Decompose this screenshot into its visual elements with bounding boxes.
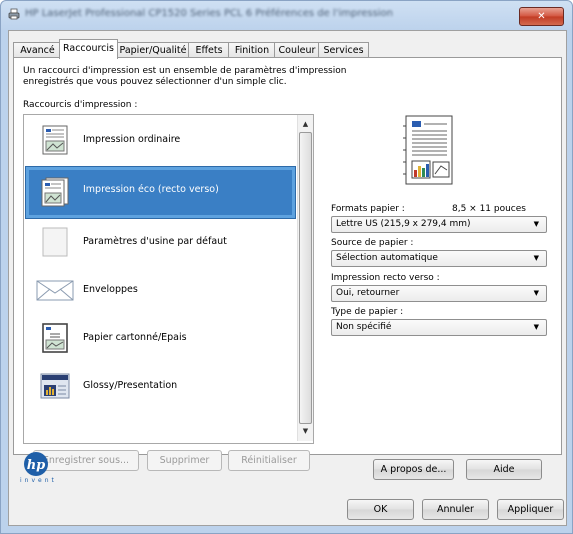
window-title: HP LaserJet Professional CP1520 Series P…: [25, 8, 394, 19]
dialog-window: HP LaserJet Professional CP1520 Series P…: [0, 0, 573, 534]
tab-couleur[interactable]: Couleur: [274, 42, 320, 58]
apply-button[interactable]: Appliquer: [497, 499, 564, 520]
paper-type-select[interactable]: Non spécifié ▼: [331, 319, 547, 336]
envelope-icon: [36, 280, 74, 301]
shortcuts-panel: Un raccourci d'impression est un ensembl…: [13, 57, 562, 471]
shortcut-label: Impression ordinaire: [83, 134, 181, 145]
close-button[interactable]: ✕: [519, 7, 564, 26]
scroll-thumb[interactable]: [299, 132, 312, 424]
paper-source-select[interactable]: Sélection automatique ▼: [331, 250, 547, 267]
presentation-icon: [40, 373, 70, 399]
shortcut-label: Papier cartonné/Epais: [83, 332, 187, 343]
shortcut-enveloppes[interactable]: Enveloppes: [24, 267, 294, 313]
hp-logo: hp invent: [19, 451, 54, 484]
close-icon: ✕: [537, 11, 546, 22]
dialog-client: Avancé Raccourcis Papier/Qualité Effets …: [8, 30, 567, 526]
cardstock-icon: [42, 323, 68, 353]
printer-icon: [8, 8, 20, 20]
chevron-down-icon: ▼: [533, 220, 539, 228]
paper-source-label: Source de papier :: [331, 238, 414, 248]
delete-button[interactable]: Supprimer: [147, 450, 222, 471]
list-scrollbar[interactable]: ▲ ▼: [297, 115, 313, 441]
reset-button[interactable]: Réinitialiser: [228, 450, 310, 471]
shortcut-label: Enveloppes: [83, 284, 138, 295]
page-preview-icon: [403, 115, 453, 185]
tab-raccourcis[interactable]: Raccourcis: [59, 39, 118, 59]
cancel-button[interactable]: Annuler: [422, 499, 489, 520]
blank-page-icon: [42, 227, 68, 257]
chevron-down-icon: ▼: [533, 323, 539, 331]
scroll-down-icon[interactable]: ▼: [298, 424, 313, 439]
svg-text:hp: hp: [27, 458, 46, 473]
paper-size-select[interactable]: Lettre US (215,9 x 279,4 mm) ▼: [331, 216, 547, 233]
title-bar[interactable]: HP LaserJet Professional CP1520 Series P…: [1, 1, 572, 29]
shortcut-parametres-usine[interactable]: Paramètres d'usine par défaut: [24, 219, 294, 265]
tab-finition[interactable]: Finition: [228, 42, 276, 58]
shortcuts-list[interactable]: Impression ordinaire Impression éco (rec…: [23, 114, 314, 444]
chevron-down-icon: ▼: [533, 289, 539, 297]
duplex-document-icon: [41, 177, 69, 207]
tab-papier-qualite[interactable]: Papier/Qualité: [116, 42, 190, 58]
tab-services[interactable]: Services: [318, 42, 369, 58]
duplex-label: Impression recto verso :: [331, 273, 440, 283]
paper-size-label: Formats papier :: [331, 204, 405, 214]
paper-size-dimensions: 8,5 × 11 pouces: [452, 204, 526, 214]
duplex-select[interactable]: Oui, retourner ▼: [331, 285, 547, 302]
shortcut-impression-eco[interactable]: Impression éco (recto verso): [24, 167, 295, 218]
paper-type-label: Type de papier :: [331, 307, 404, 317]
shortcuts-description: Un raccourci d'impression est un ensembl…: [23, 66, 347, 87]
shortcuts-list-label: Raccourcis d'impression :: [23, 100, 138, 110]
help-button[interactable]: Aide: [466, 459, 542, 480]
hp-tagline: invent: [20, 477, 57, 484]
shortcut-label: Impression éco (recto verso): [83, 184, 219, 195]
scroll-up-icon[interactable]: ▲: [298, 117, 313, 132]
shortcut-glossy-presentation[interactable]: Glossy/Presentation: [24, 363, 294, 409]
document-icon: [42, 125, 68, 155]
shortcut-label: Paramètres d'usine par défaut: [83, 236, 227, 247]
shortcut-label: Glossy/Presentation: [83, 380, 178, 391]
ok-button[interactable]: OK: [347, 499, 414, 520]
shortcut-papier-cartonne[interactable]: Papier cartonné/Epais: [24, 315, 294, 361]
tab-effets[interactable]: Effets: [188, 42, 230, 58]
shortcut-impression-ordinaire[interactable]: Impression ordinaire: [24, 117, 294, 163]
tab-avance[interactable]: Avancé: [13, 42, 62, 58]
chevron-down-icon: ▼: [533, 254, 539, 262]
about-button[interactable]: A propos de...: [373, 459, 454, 480]
